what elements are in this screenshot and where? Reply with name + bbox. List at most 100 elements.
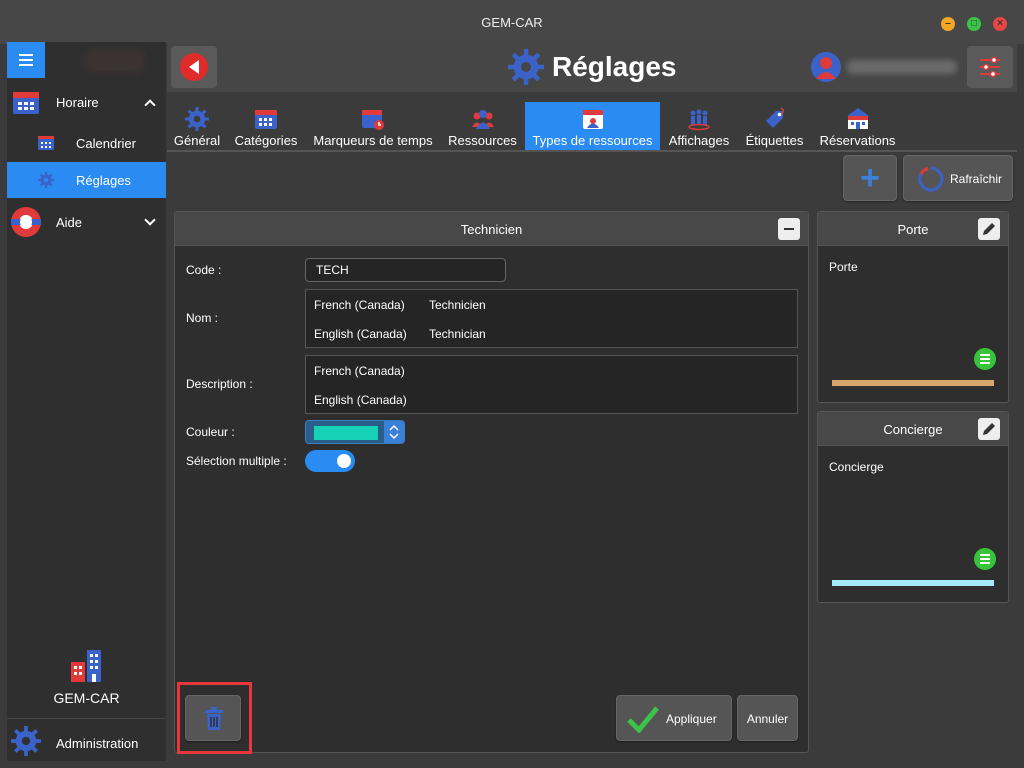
add-button[interactable]: + <box>843 155 897 201</box>
back-button[interactable] <box>171 46 217 88</box>
sidebar-item-horaire[interactable]: Horaire <box>7 84 166 120</box>
edit-button[interactable] <box>978 218 1000 240</box>
people-icon <box>471 110 494 129</box>
resource-type-card[interactable]: Concierge Concierge <box>817 411 1009 603</box>
group-icon <box>688 109 710 131</box>
gear-icon <box>508 49 544 85</box>
tab-categories[interactable]: Catégories <box>230 102 302 150</box>
color-bar <box>832 580 994 586</box>
multiple-selection-toggle[interactable] <box>305 450 355 472</box>
sidebar-item-label: Calendrier <box>76 135 136 151</box>
gear-icon <box>11 726 41 756</box>
color-picker[interactable] <box>305 420 405 444</box>
apply-label: Appliquer <box>666 712 717 726</box>
calendar-grid-icon <box>255 110 277 129</box>
card-header: Concierge <box>818 412 1008 446</box>
company-logo <box>85 49 145 73</box>
tab-label: Catégories <box>234 133 298 148</box>
filters-button[interactable] <box>967 46 1013 88</box>
sliders-icon <box>980 56 1000 78</box>
description-translations: French (Canada) English (Canada) <box>305 355 798 414</box>
resource-type-card[interactable]: Porte Porte <box>817 211 1009 403</box>
trash-icon <box>205 707 223 730</box>
code-input[interactable]: TECH <box>305 258 506 282</box>
chevron-up-down-icon <box>389 424 399 440</box>
sidebar-item-reglages[interactable]: Réglages <box>7 162 166 198</box>
tab-ressources[interactable]: Ressources <box>444 102 521 150</box>
name-translations: French (Canada) Technicien English (Cana… <box>305 289 798 348</box>
card-description: Concierge <box>829 460 884 474</box>
tab-affichages[interactable]: Affichages <box>664 102 734 150</box>
pencil-icon <box>983 223 995 235</box>
brand-name: GEM-CAR <box>53 690 120 706</box>
cancel-label: Annuler <box>746 712 789 726</box>
tabs-divider <box>167 150 1017 152</box>
color-spinner[interactable] <box>384 421 404 443</box>
avatar-icon <box>811 52 841 82</box>
sidebar-item-label: Réglages <box>76 172 131 188</box>
sidebar: Horaire Calendrier Réglages Aide GEM-CAR… <box>7 42 166 761</box>
tab-label: Réservations <box>819 133 896 148</box>
tab-label: Général <box>173 133 221 148</box>
name-lang-en: English (Canada) <box>314 327 407 341</box>
id-card-icon <box>582 110 603 129</box>
close-button[interactable]: × <box>993 17 1007 31</box>
tab-label: Ressources <box>448 133 517 148</box>
name-label: Nom : <box>186 311 219 325</box>
maximize-button[interactable]: □ <box>967 17 981 31</box>
minimize-icon: – <box>945 18 951 29</box>
apply-button[interactable]: Appliquer <box>616 695 732 741</box>
minimize-button[interactable]: – <box>941 17 955 31</box>
name-value-fr[interactable]: Technicien <box>429 298 486 312</box>
gear-icon <box>38 172 54 188</box>
list-icon[interactable] <box>974 548 996 570</box>
settings-tabs: Général Catégories Marqueurs de temps Re… <box>167 102 1017 150</box>
edit-button[interactable] <box>978 418 1000 440</box>
administration-label: Administration <box>56 736 139 751</box>
maximize-icon: □ <box>970 18 978 29</box>
refresh-button[interactable]: Rafraîchir <box>903 155 1013 201</box>
tab-general[interactable]: Général <box>169 102 225 150</box>
tab-types-de-ressources[interactable]: Types de ressources <box>525 102 660 150</box>
code-label: Code : <box>186 263 222 277</box>
color-bar <box>832 380 994 386</box>
color-swatch <box>314 426 378 440</box>
back-arrow-icon <box>180 53 208 81</box>
menu-toggle-button[interactable] <box>7 42 45 78</box>
building-icon <box>846 108 869 129</box>
lifebuoy-icon <box>11 207 41 237</box>
panel-header: Technicien <box>175 212 808 246</box>
calendar-clock-icon <box>362 110 384 130</box>
refresh-label: Rafraîchir <box>950 172 1003 186</box>
title-bar: GEM-CAR – □ × <box>0 0 1024 44</box>
description-lang-en[interactable]: English (Canada) <box>314 393 407 407</box>
tab-marqueurs[interactable]: Marqueurs de temps <box>309 102 437 150</box>
sidebar-item-label: Aide <box>56 214 83 230</box>
sidebar-item-calendrier[interactable]: Calendrier <box>7 125 166 161</box>
hamburger-icon <box>19 59 33 61</box>
header-bar: Réglages <box>167 42 1017 92</box>
user-name <box>847 60 957 74</box>
tag-icon <box>765 107 784 128</box>
tab-label: Affichages <box>668 133 730 148</box>
tab-etiquettes[interactable]: Étiquettes <box>742 102 807 150</box>
sidebar-item-administration[interactable]: Administration <box>7 718 166 760</box>
refresh-icon <box>918 166 944 192</box>
cancel-button[interactable]: Annuler <box>737 695 798 741</box>
sidebar-item-label: Horaire <box>56 94 99 110</box>
card-description: Porte <box>829 260 858 274</box>
sidebar-item-aide[interactable]: Aide <box>7 204 166 240</box>
brand-block: GEM-CAR <box>7 648 166 706</box>
description-label: Description : <box>186 377 253 391</box>
tab-reservations[interactable]: Réservations <box>814 102 901 150</box>
collapse-button[interactable] <box>778 218 800 240</box>
list-icon[interactable] <box>974 348 996 370</box>
chevron-down-icon <box>144 214 156 226</box>
delete-button[interactable] <box>185 695 241 741</box>
description-lang-fr[interactable]: French (Canada) <box>314 364 405 378</box>
name-lang-fr: French (Canada) <box>314 298 405 312</box>
color-label: Couleur : <box>186 425 235 439</box>
name-value-en[interactable]: Technician <box>429 327 486 341</box>
plus-icon: + <box>860 159 880 197</box>
checkmark-icon <box>627 706 659 733</box>
